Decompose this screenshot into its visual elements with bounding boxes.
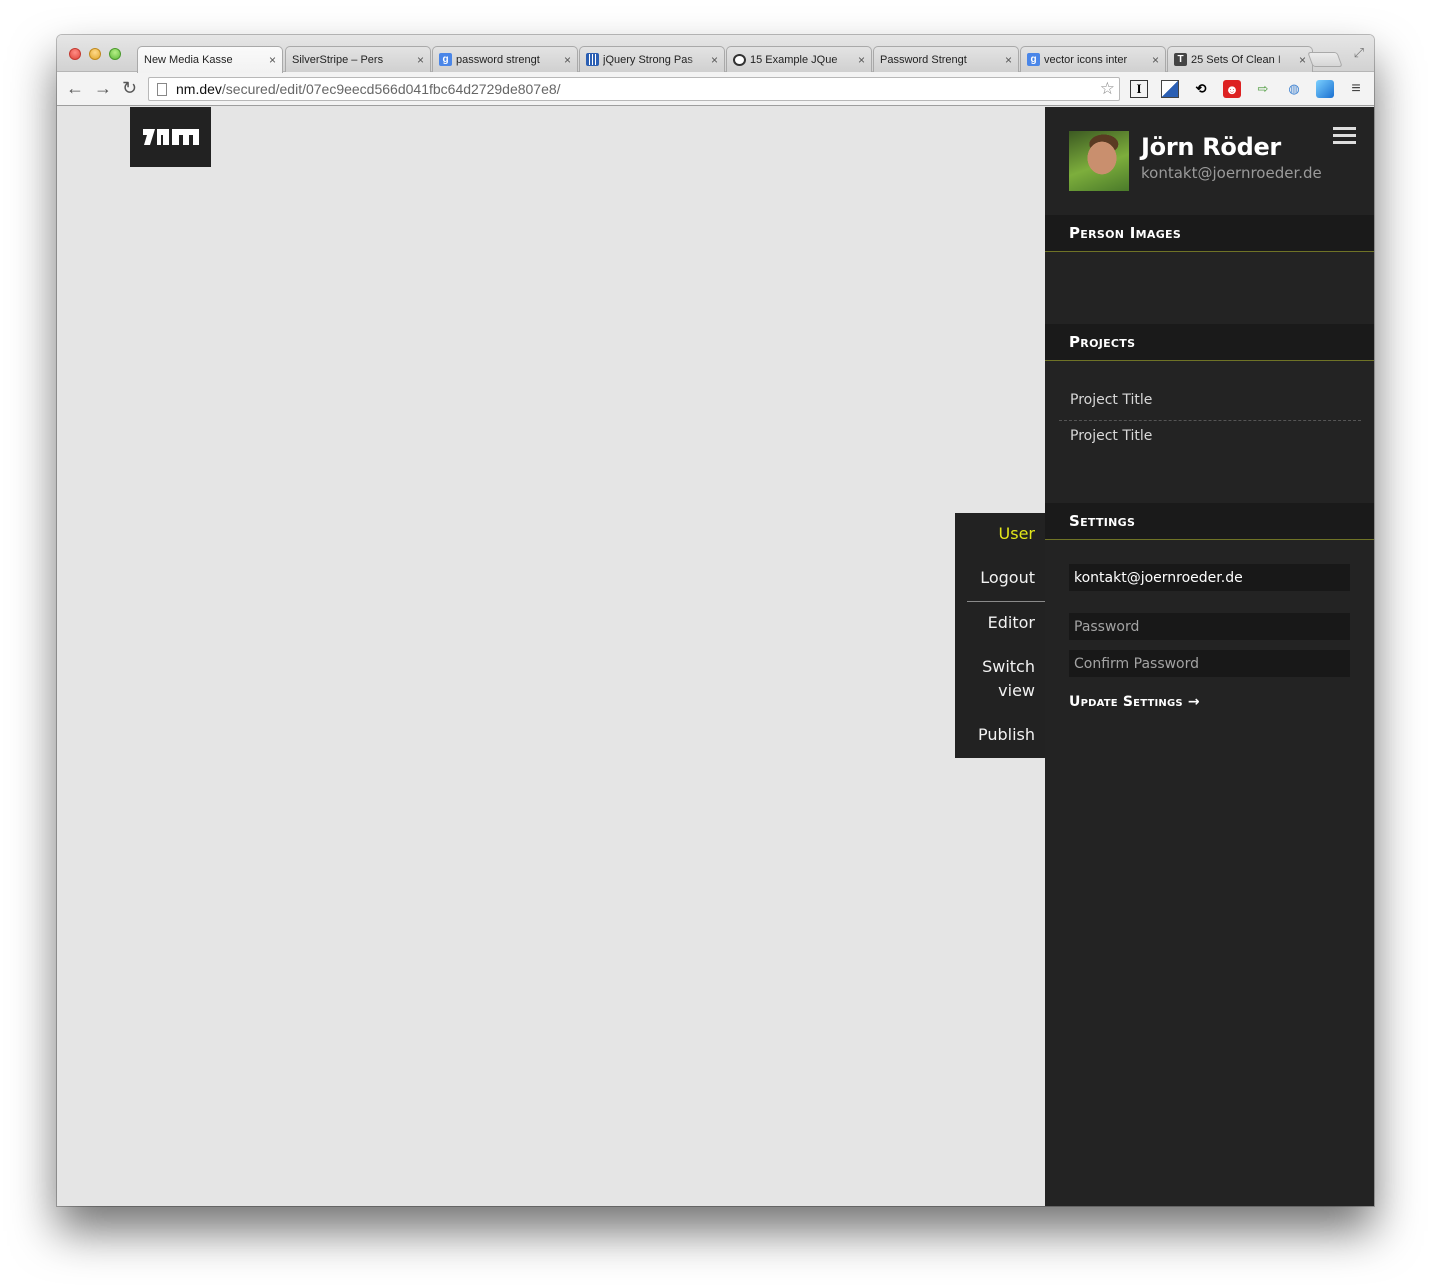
browser-tab[interactable]: New Media Kasse × [137,46,283,73]
back-arrow-icon[interactable]: ← [66,79,84,97]
new-tab-button[interactable] [1307,52,1343,67]
user-name: Jörn Röder [1141,133,1281,161]
browser-tab[interactable]: 15 Example JQue × [726,46,872,72]
project-item[interactable]: Project Title [1070,392,1152,408]
ring-icon [733,53,746,66]
tab-title: password strengt [456,53,540,66]
t-icon: T [1174,53,1187,66]
nm-logo[interactable] [130,107,211,167]
project-item[interactable]: Project Title [1070,428,1152,444]
update-settings-button[interactable]: Update Settings → [1069,694,1200,710]
reload-icon[interactable]: ↻ [122,79,137,97]
minimize-window-button[interactable] [89,48,101,60]
browser-tab[interactable]: T 25 Sets Of Clean I × [1167,46,1313,72]
sync-extension-icon[interactable]: ⟲ [1192,80,1210,98]
tab-title: New Media Kasse [144,54,233,66]
menu-item-switch-view[interactable]: Switch [982,655,1035,679]
browser-toolbar: ← → ↻ nm.dev /secured/edit/07ec9eecd566d… [57,72,1374,106]
project-divider [1059,420,1361,421]
close-window-button[interactable] [69,48,81,60]
forward-arrow-icon[interactable]: → [94,79,112,97]
menu-item-user[interactable]: User [999,522,1035,546]
address-bar[interactable]: nm.dev /secured/edit/07ec9eecd566d041fbc… [148,77,1120,101]
checker-extension-icon[interactable] [1161,80,1179,98]
user-email: kontakt@joernroeder.de [1141,164,1322,182]
flyout-menu: User Logout Editor Switch view Publish [955,513,1045,758]
close-tab-icon[interactable]: × [1299,53,1306,67]
password-field[interactable] [1069,613,1350,640]
close-tab-icon[interactable]: × [711,53,718,67]
instapaper-icon[interactable]: I [1130,80,1148,98]
avatar [1069,131,1129,191]
tab-strip: New Media Kasse × SilverStripe – Pers × … [57,35,1374,73]
browser-window: New Media Kasse × SilverStripe – Pers × … [57,35,1374,1206]
menu-item-switch-view-2[interactable]: view [998,679,1035,703]
menu-item-publish[interactable]: Publish [978,723,1035,747]
page-content: User Logout Editor Switch view Publish J… [57,107,1374,1206]
browser-tab[interactable]: SilverStripe – Pers × [285,46,431,72]
google-icon: g [439,53,452,66]
section-person-images: Person Images [1045,215,1374,252]
close-tab-icon[interactable]: × [564,53,571,67]
page-icon [157,82,167,96]
browser-tab[interactable]: jQuery Strong Pas × [579,46,725,72]
close-tab-icon[interactable]: × [269,53,276,67]
tab-title: SilverStripe – Pers [292,53,384,66]
tab-title: vector icons inter [1044,53,1128,66]
menu-item-editor[interactable]: Editor [988,611,1035,635]
url-host: nm.dev [176,81,222,97]
close-tab-icon[interactable]: × [1005,53,1012,67]
zoom-window-button[interactable] [109,48,121,60]
nm-logo-mark [142,129,199,145]
blue-extension-icon[interactable] [1316,80,1334,98]
tab-title: Password Strengt [880,53,967,66]
browser-tab[interactable]: g vector icons inter × [1020,46,1166,72]
close-tab-icon[interactable]: × [417,53,424,67]
menu-icon[interactable]: ≡ [1347,80,1365,98]
confirm-password-field[interactable] [1069,650,1350,677]
tab-title: jQuery Strong Pas [603,53,693,66]
tab-title: 25 Sets Of Clean I [1191,53,1281,66]
close-tab-icon[interactable]: × [1152,53,1159,67]
monster-extension-icon[interactable]: ☻ [1223,80,1241,98]
hamburger-menu-icon[interactable] [1333,127,1356,145]
user-sidebar: Jörn Röder kontakt@joernroeder.de Person… [1045,107,1374,1206]
tab-title: 15 Example JQue [750,53,838,66]
bookmark-star-icon[interactable]: ☆ [1100,79,1115,99]
email-field[interactable] [1069,564,1350,591]
fullscreen-icon[interactable]: ⤢ [1354,45,1364,61]
url-path: /secured/edit/07ec9eecd566d041fbc64d2729… [221,81,561,97]
browser-tab[interactable]: Password Strengt × [873,46,1019,72]
globe-extension-icon[interactable]: ◍ [1285,80,1303,98]
screen-extension-icon[interactable]: ⇨ [1254,80,1272,98]
close-tab-icon[interactable]: × [858,53,865,67]
menu-divider [967,601,1045,602]
section-projects: Projects [1045,324,1374,361]
menu-item-logout[interactable]: Logout [980,566,1035,590]
section-settings: Settings [1045,503,1374,540]
google-icon: g [1027,53,1040,66]
grid-icon [586,53,599,66]
browser-tab[interactable]: g password strengt × [432,46,578,72]
